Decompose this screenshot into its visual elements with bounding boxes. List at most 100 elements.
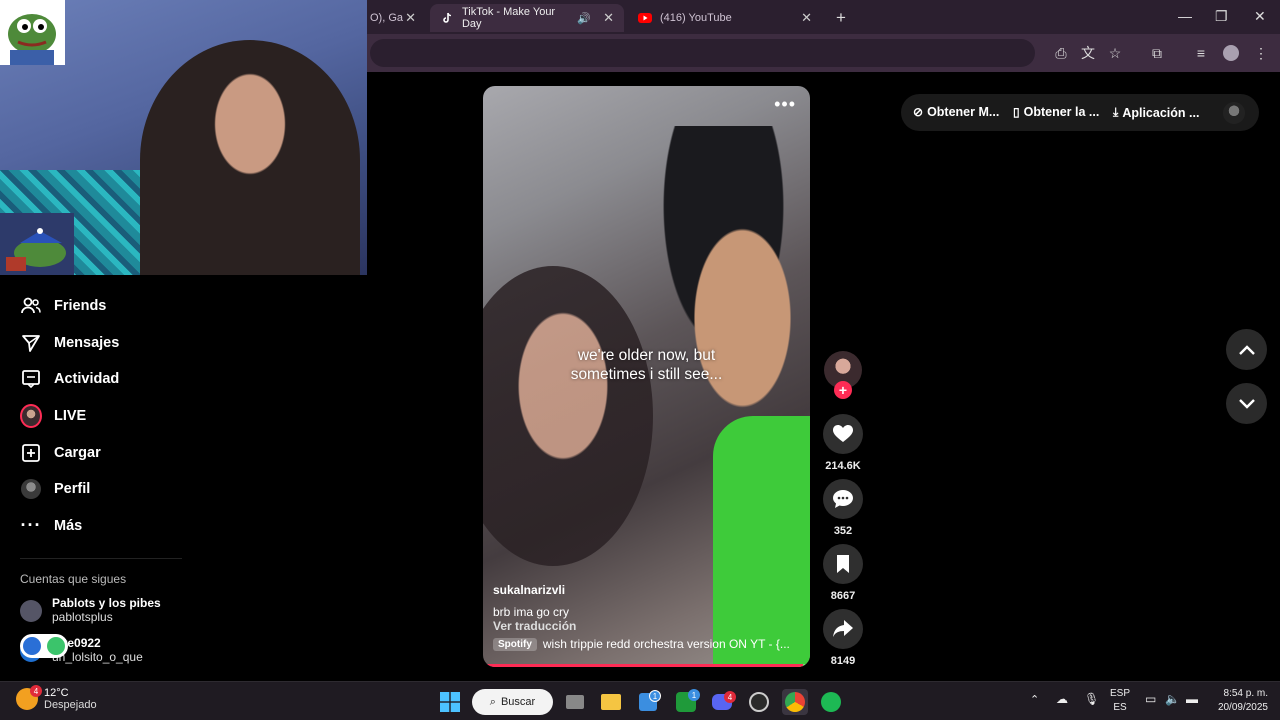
chrome-button[interactable] xyxy=(782,689,808,715)
share-action: 8149 xyxy=(823,609,863,667)
account-handle: pablotsplus xyxy=(52,610,113,624)
network-icon[interactable]: ▭ xyxy=(1145,692,1156,706)
new-tab-button[interactable]: + xyxy=(826,4,852,32)
save-button[interactable] xyxy=(823,544,863,584)
obs-overlay-toggle[interactable] xyxy=(20,634,68,658)
more-options-icon[interactable]: ••• xyxy=(774,94,796,115)
tab-title: O), Ga xyxy=(370,12,404,24)
following-account[interactable]: Pablots y los pibes pablotsplus xyxy=(20,596,161,624)
pill-label: Aplicación ... xyxy=(1122,105,1200,120)
task-view-button[interactable] xyxy=(562,689,588,715)
microphone-icon[interactable]: 🎙 xyxy=(1084,692,1099,706)
close-window-icon[interactable]: ✕ xyxy=(1254,8,1266,25)
pepe-emote-image xyxy=(0,0,65,65)
weather-desc: Despejado xyxy=(44,699,97,711)
bookmark-icon xyxy=(837,555,849,573)
desktop-app-button[interactable]: ⤓ Aplicación ... xyxy=(1113,105,1199,120)
lang-bottom: ES xyxy=(1113,702,1127,713)
sidebar-item-upload[interactable]: Cargar xyxy=(0,434,190,471)
store-button[interactable]: 1 xyxy=(635,689,661,715)
address-bar[interactable] xyxy=(370,39,1035,67)
phone-icon: ▯ xyxy=(1013,105,1020,119)
minimize-icon[interactable]: — xyxy=(1178,8,1192,24)
tab-gaming[interactable]: O), Ga ✕ xyxy=(360,4,426,32)
sidebar-item-label: Más xyxy=(54,517,83,534)
volume-icon[interactable]: 🔈 xyxy=(1165,692,1180,706)
lang-top: ESP xyxy=(1110,688,1131,699)
webcam-overlay xyxy=(0,0,367,275)
video-overlay-text: we're older now, but sometimes i still s… xyxy=(483,346,810,384)
sidebar-item-live[interactable]: LIVE xyxy=(0,398,190,435)
like-button[interactable] xyxy=(823,414,863,454)
spotify-button[interactable] xyxy=(818,689,844,715)
search-label: Buscar xyxy=(500,696,536,708)
media-control-icon[interactable]: ≡ xyxy=(1192,44,1210,62)
tray-overflow-icon[interactable]: ⌃ xyxy=(1030,693,1039,707)
extensions-icon[interactable]: ⧉ xyxy=(1148,44,1166,62)
discord-button[interactable]: 4 xyxy=(709,689,736,715)
profile-icon xyxy=(20,478,42,500)
tab-youtube[interactable]: (416) YouTube ✕ xyxy=(628,4,822,32)
get-app-button[interactable]: ▯ Obtener la ... xyxy=(1013,105,1099,119)
tab-close-icon[interactable]: ✕ xyxy=(405,10,416,26)
next-video-button[interactable] xyxy=(1226,383,1267,424)
speaker-icon[interactable]: 🔊 xyxy=(577,12,591,25)
language-indicator[interactable]: ESP ES xyxy=(1110,687,1130,715)
video-progress-bar[interactable] xyxy=(483,664,810,667)
kebab-menu-icon[interactable]: ⋮ xyxy=(1252,44,1270,62)
sidebar-item-profile[interactable]: Perfil xyxy=(0,471,190,508)
pill-label: Obtener M... xyxy=(927,105,1000,119)
video-subject-shirt xyxy=(713,416,810,667)
bookmark-star-icon[interactable]: ☆ xyxy=(1106,44,1124,62)
translate-link[interactable]: Ver traducción xyxy=(493,619,576,633)
clock-time: 8:54 p. m. xyxy=(1223,688,1268,699)
friends-icon xyxy=(20,295,42,317)
tab-tiktok[interactable]: TikTok - Make Your Day 🔊 ✕ xyxy=(430,4,624,32)
user-avatar[interactable] xyxy=(1223,102,1245,124)
sidebar-item-more[interactable]: ··· Más xyxy=(0,508,190,545)
profile-avatar-icon[interactable] xyxy=(1222,44,1240,62)
sidebar-item-messages[interactable]: Mensajes xyxy=(0,325,190,362)
video-player[interactable]: ••• we're older now, but sometimes i sti… xyxy=(483,86,810,667)
clock-date: 20/09/2025 xyxy=(1217,702,1268,713)
sidebar-item-friends[interactable]: Friends xyxy=(0,288,190,325)
music-title: wish trippie redd orchestra version ON Y… xyxy=(542,637,790,651)
sidebar-item-label: Cargar xyxy=(54,444,101,461)
translate-icon[interactable]: 文 xyxy=(1079,44,1097,62)
xbox-button[interactable]: 1 xyxy=(673,689,700,715)
video-author[interactable]: sukalnarizvli xyxy=(493,583,565,597)
weather-widget[interactable]: 4 12°C Despejado xyxy=(16,685,97,711)
windows-icon xyxy=(440,692,460,712)
sidebar-item-label: Friends xyxy=(54,298,107,315)
sidebar-item-activity[interactable]: Actividad xyxy=(0,361,190,398)
taskbar-search[interactable]: ⌕ Buscar xyxy=(472,689,553,715)
start-button[interactable] xyxy=(437,689,463,715)
install-app-icon[interactable]: ⎙ xyxy=(1052,44,1070,62)
like-action: 214.6K xyxy=(823,414,863,472)
share-button[interactable] xyxy=(823,609,863,649)
tab-close-icon[interactable]: ✕ xyxy=(801,10,812,26)
pill-label: Obtener la ... xyxy=(1023,105,1100,119)
previous-video-button[interactable] xyxy=(1226,329,1267,370)
follow-plus-icon[interactable]: + xyxy=(834,381,852,399)
obs-button[interactable] xyxy=(746,689,772,715)
tab-close-icon[interactable]: ✕ xyxy=(603,10,614,26)
comment-count: 352 xyxy=(833,525,853,537)
battery-icon[interactable]: ▬ xyxy=(1186,692,1198,706)
account-name: Pablots y los pibes xyxy=(52,596,161,610)
music-info[interactable]: Spotify wish trippie redd orchestra vers… xyxy=(493,637,790,651)
power-icon xyxy=(47,637,65,655)
restore-icon[interactable]: ❐ xyxy=(1215,8,1228,25)
folder-icon xyxy=(601,694,621,710)
clock[interactable]: 8:54 p. m. 20/09/2025 xyxy=(1208,687,1268,715)
onedrive-icon[interactable]: ☁ xyxy=(1056,692,1068,706)
get-coins-button[interactable]: ⊘ Obtener M... xyxy=(913,105,999,119)
tiktok-icon xyxy=(440,11,454,25)
sidebar-nav: Friends Mensajes Actividad LIVE Cargar P… xyxy=(0,288,190,544)
file-explorer-button[interactable] xyxy=(598,689,624,715)
coin-icon: ⊘ xyxy=(913,105,924,119)
search-icon: ⌕ xyxy=(489,695,496,708)
comment-button[interactable] xyxy=(823,479,863,519)
windows-taskbar: 4 12°C Despejado ⌕ Buscar 1 1 4 ⌃ ☁ 🎙 ES… xyxy=(0,681,1280,720)
obs-icon xyxy=(749,692,769,712)
